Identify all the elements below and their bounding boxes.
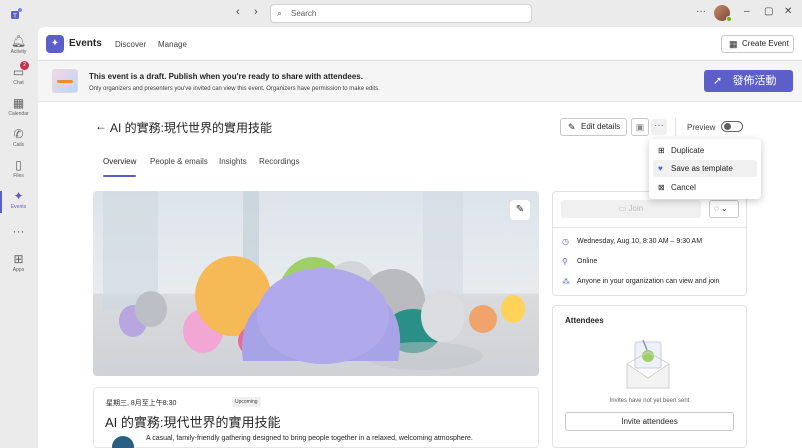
search-placeholder: Search bbox=[291, 9, 317, 18]
rail-item-activity[interactable]: 🔔︎ Activity bbox=[0, 34, 37, 55]
image-icon: ▣ bbox=[635, 122, 645, 132]
svg-text:T: T bbox=[12, 13, 17, 20]
duplicate-icon: ⊞ bbox=[658, 146, 665, 155]
more-horizontal-icon: ··· bbox=[654, 120, 664, 131]
app-header bbox=[38, 27, 802, 61]
edit-details-button[interactable]: ✎ Edit details bbox=[560, 118, 627, 136]
video-icon: ▭ bbox=[618, 204, 629, 213]
events-icon: ✦ bbox=[13, 189, 24, 203]
join-button[interactable]: ▭ Join bbox=[561, 200, 701, 218]
tab-overview[interactable]: Overview bbox=[103, 157, 136, 166]
clock-icon: ◷ bbox=[562, 237, 569, 246]
chat-icon: ▭ bbox=[12, 65, 25, 79]
back-nav-icon[interactable]: ‹ bbox=[236, 6, 240, 18]
event-date: 星期三, 8月至上午8:30 bbox=[106, 400, 177, 407]
rail-item-events[interactable]: ✦ Events bbox=[0, 189, 37, 210]
location-icon: ⚲ bbox=[562, 257, 568, 266]
envelope-icon bbox=[625, 338, 671, 390]
minimize-icon[interactable]: – bbox=[744, 6, 750, 17]
divider bbox=[675, 118, 676, 136]
tab-manage[interactable]: Manage bbox=[158, 40, 187, 49]
menu-item-label: Save as template bbox=[671, 164, 733, 173]
no-invites-text: Invites have not yet been sent bbox=[609, 398, 690, 404]
event-cover-image bbox=[93, 191, 539, 376]
more-options-icon[interactable]: ··· bbox=[696, 6, 706, 17]
event-access: Anyone in your organization can view and… bbox=[577, 278, 720, 285]
divider bbox=[553, 227, 746, 228]
rail-item-calls[interactable]: ✆ Calls bbox=[0, 127, 37, 148]
tab-people-emails[interactable]: People & emails bbox=[150, 157, 208, 166]
active-tab-indicator bbox=[103, 175, 136, 177]
status-badge: Upcoming bbox=[232, 397, 261, 407]
toggle-knob bbox=[724, 123, 731, 130]
publish-button[interactable]: ➚ 發佈活動 bbox=[704, 70, 793, 92]
banner-title: This event is a draft. Publish when you'… bbox=[89, 72, 363, 81]
presence-icon bbox=[726, 16, 732, 22]
edit-details-label: Edit details bbox=[581, 122, 621, 131]
people-icon: ⁂ bbox=[562, 277, 570, 286]
rail-item-more[interactable]: ··· bbox=[0, 224, 37, 238]
forward-nav-icon[interactable]: › bbox=[254, 6, 258, 18]
edit-cover-button[interactable]: ✎ bbox=[510, 200, 530, 220]
chat-dropdown-button[interactable]: ◌ ⌄ bbox=[709, 200, 739, 218]
tab-recordings[interactable]: Recordings bbox=[259, 157, 299, 166]
image-button[interactable]: ▣ bbox=[631, 118, 649, 136]
teams-logo-icon: T bbox=[10, 7, 24, 21]
rocket-icon: ➚ bbox=[713, 75, 723, 87]
event-location: Online bbox=[577, 258, 598, 265]
publish-label: 發佈活動 bbox=[732, 75, 777, 87]
file-icon: ▯ bbox=[15, 158, 22, 172]
attendees-title: Attendees bbox=[565, 316, 604, 325]
menu-item-save-as-template[interactable]: ♥ Save as template bbox=[653, 160, 757, 177]
tab-discover[interactable]: Discover bbox=[115, 40, 146, 49]
chevron-down-icon: ⌄ bbox=[721, 204, 728, 213]
create-event-button[interactable]: ▦ Create Event bbox=[721, 35, 794, 53]
image-edit-icon: ✎ bbox=[515, 204, 525, 215]
invite-attendees-button[interactable]: Invite attendees bbox=[565, 412, 734, 431]
cancel-icon: ⊠ bbox=[658, 183, 665, 192]
chat-badge: 2 bbox=[20, 61, 29, 70]
close-icon[interactable]: ✕ bbox=[784, 6, 792, 17]
more-button[interactable]: ··· bbox=[651, 119, 667, 135]
chat-bubble-icon: ◌ bbox=[714, 204, 719, 213]
event-title-large: AI 的實務:現代世界的實用技能 bbox=[105, 415, 281, 430]
banner-subtitle: Only organizers and presenters you've in… bbox=[89, 86, 380, 92]
menu-item-duplicate[interactable]: ⊞ Duplicate bbox=[653, 142, 757, 159]
tab-insights[interactable]: Insights bbox=[219, 157, 247, 166]
search-icon: ⌕ bbox=[277, 8, 283, 18]
app-name: Events bbox=[69, 38, 102, 49]
heart-icon: ♥ bbox=[658, 164, 663, 173]
search-input[interactable]: ⌕ Search bbox=[270, 4, 532, 23]
events-app-icon: ✦ bbox=[46, 35, 64, 53]
join-label: Join bbox=[628, 204, 644, 213]
rail-item-chat[interactable]: ▭ Chat bbox=[0, 65, 37, 86]
more-icon: ··· bbox=[12, 224, 25, 238]
calendar-icon: ▦ bbox=[12, 96, 25, 110]
pencil-icon: ✎ bbox=[568, 122, 576, 132]
rail-item-files[interactable]: ▯ Files bbox=[0, 158, 37, 179]
bell-icon: 🔔︎ bbox=[10, 34, 27, 48]
maximize-icon[interactable]: ▢ bbox=[764, 6, 773, 17]
menu-item-cancel[interactable]: ⊠ Cancel bbox=[653, 179, 757, 196]
preview-label: Preview bbox=[687, 123, 716, 132]
apps-icon: ⊞ bbox=[13, 252, 24, 266]
rail-item-calendar[interactable]: ▦ Calendar bbox=[0, 96, 37, 117]
rail-item-apps[interactable]: ⊞ Apps bbox=[0, 252, 37, 273]
event-description: A casual, family-friendly gathering desi… bbox=[146, 435, 473, 442]
draft-banner bbox=[38, 61, 802, 102]
menu-item-label: Duplicate bbox=[671, 146, 705, 155]
back-arrow-icon[interactable]: ← bbox=[95, 119, 107, 133]
create-event-label: Create Event bbox=[742, 39, 789, 48]
menu-item-label: Cancel bbox=[671, 183, 696, 192]
draft-illustration-icon bbox=[52, 69, 78, 93]
event-datetime: Wednesday, Aug 10, 8:30 AM – 9:30 AM bbox=[577, 238, 703, 245]
event-title: AI 的實務:現代世界的實用技能 bbox=[110, 121, 273, 135]
phone-icon: ✆ bbox=[13, 127, 24, 141]
calendar-add-icon: ▦ bbox=[729, 39, 738, 49]
